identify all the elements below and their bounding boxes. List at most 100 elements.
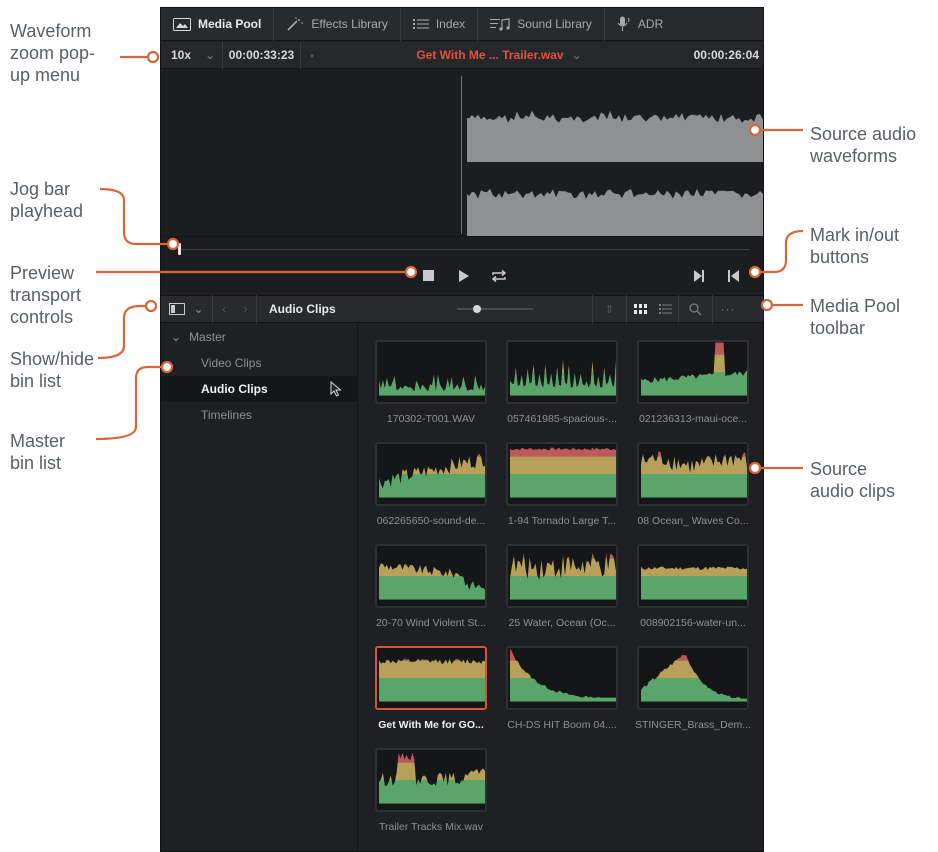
tab-sound-library[interactable]: Sound Library xyxy=(478,8,605,41)
chevron-down-icon: ⌄ xyxy=(171,330,182,344)
sound-library-icon xyxy=(490,17,510,31)
clip-name-label: 170302-T001.WAV xyxy=(386,413,476,425)
clip-name-label: Trailer Tracks Mix.wav xyxy=(378,821,484,833)
clip-name-label: 1-94 Tornado Large T... xyxy=(507,515,617,527)
clip-name-menu[interactable]: Get With Me ... Trailer.wav ⌄ xyxy=(323,48,675,62)
chevron-down-icon: ⌄ xyxy=(193,302,204,316)
play-icon[interactable] xyxy=(457,269,471,283)
current-bin-title: Audio Clips xyxy=(269,302,336,316)
clip-name-label: 057461985-spacious-... xyxy=(507,413,617,425)
tab-adr[interactable]: ADR xyxy=(605,8,675,41)
fairlight-media-pool-panel: Media Pool Effects Library Index Sound L… xyxy=(160,7,764,852)
waveform-channel-2 xyxy=(467,188,763,236)
callout-master-bin: Master bin list xyxy=(10,431,66,473)
clip-name-label: 20-70 Wind Violent St... xyxy=(375,617,487,629)
bin-label: Master xyxy=(189,330,226,344)
search-icon xyxy=(689,302,702,315)
loop-icon[interactable] xyxy=(490,269,508,283)
tab-label: ADR xyxy=(637,17,664,31)
bin-label: Audio Clips xyxy=(201,382,268,396)
viewer-playhead-line xyxy=(461,76,462,234)
tab-effects-library[interactable]: Effects Library xyxy=(274,8,401,41)
bin-label: Video Clips xyxy=(201,356,262,370)
tab-label: Media Pool xyxy=(198,17,262,31)
master-bin-list: ⌄ Master Video Clips Audio Clips Timeline… xyxy=(161,324,358,851)
show-hide-bin-list-button[interactable]: ⌄ xyxy=(161,295,213,323)
nav-forward-button[interactable]: › xyxy=(235,295,257,323)
clip-waveform-preview xyxy=(506,340,618,404)
bin-video-clips[interactable]: Video Clips xyxy=(161,350,357,376)
nav-back-button[interactable]: ‹ xyxy=(213,295,235,323)
bin-timelines[interactable]: Timelines xyxy=(161,402,357,428)
clip-waveform-preview xyxy=(375,544,487,608)
source-audio-waveforms xyxy=(467,110,763,236)
clip-name-label: 021236313-maui-oce... xyxy=(639,413,747,425)
stop-icon[interactable] xyxy=(422,269,436,283)
clip-name-label: 062265650-sound-de... xyxy=(376,515,486,527)
callout-waveform-zoom: Waveform zoom pop-up menu xyxy=(10,21,96,85)
callout-preview-transport: Preview transport controls xyxy=(10,263,82,327)
waveform-channel-1 xyxy=(467,110,763,162)
source-audio-clips-grid: 170302-T001.WAV 057461985-spacious-... 021… xyxy=(359,324,763,851)
thumbnail-size-slider[interactable] xyxy=(407,295,593,323)
jog-bar[interactable] xyxy=(161,236,763,262)
sort-button[interactable]: ⇕ xyxy=(593,295,627,323)
search-button[interactable] xyxy=(679,295,713,323)
callout-dot xyxy=(146,50,160,64)
tab-index[interactable]: Index xyxy=(401,8,479,41)
panel-tab-bar: Media Pool Effects Library Index Sound L… xyxy=(161,8,763,41)
effects-wand-icon xyxy=(287,17,304,31)
slider-track xyxy=(457,305,533,313)
duration-timecode: 00:00:26:04 xyxy=(693,48,759,62)
clip-waveform-preview xyxy=(637,340,749,404)
waveform-viewer[interactable] xyxy=(161,70,763,236)
callout-dot xyxy=(144,299,158,313)
list-view-button[interactable] xyxy=(653,295,679,323)
callout-show-hide-bin: Show/hide bin list xyxy=(10,349,95,391)
clip-waveform-preview xyxy=(506,544,618,608)
tab-label: Sound Library xyxy=(517,17,592,31)
index-list-icon xyxy=(412,19,429,29)
clip-waveform-preview xyxy=(506,442,618,506)
media-pool-toolbar: ⌄ ‹ › Audio Clips ⇕ ··· xyxy=(161,295,763,323)
clip-name-label: 08 Ocean_ Waves Co... xyxy=(637,515,749,527)
tab-label: Effects Library xyxy=(311,17,388,31)
mark-in-icon[interactable] xyxy=(692,269,706,283)
jog-bar-playhead[interactable] xyxy=(178,243,181,255)
clip-waveform-preview xyxy=(637,442,749,506)
callout-source-clips: Source audio clips xyxy=(810,459,896,501)
clip-waveform-preview xyxy=(375,442,487,506)
thumbnail-view-button[interactable] xyxy=(627,295,653,323)
chevron-down-icon: ⌄ xyxy=(571,48,582,62)
clip-name: Get With Me ... Trailer.wav xyxy=(416,48,564,62)
mouse-cursor-icon xyxy=(330,381,342,397)
clip-name-label: STINGER_Brass_Dem... xyxy=(634,719,752,731)
clip-name-label: Get With Me for GO... xyxy=(378,719,484,731)
bin-label: Timelines xyxy=(201,408,252,422)
status-dot-icon: ● xyxy=(309,50,315,60)
tab-media-pool[interactable]: Media Pool xyxy=(161,8,275,41)
clip-waveform-preview xyxy=(375,646,487,710)
mark-out-icon[interactable] xyxy=(727,269,741,283)
media-pool-icon xyxy=(173,17,191,31)
bin-list-toggle-icon xyxy=(169,303,186,315)
clip-name-label: 25 Water, Ocean (Oc... xyxy=(508,617,616,629)
callout-source-waveforms: Source audio waveforms xyxy=(810,124,917,166)
callout-media-pool-toolbar: Media Pool toolbar xyxy=(810,296,901,338)
more-options-button[interactable]: ··· xyxy=(713,295,743,323)
callout-mark-inout: Mark in/out buttons xyxy=(810,225,900,267)
clip-name-label: 008902156-water-un... xyxy=(640,617,746,629)
chevron-down-icon: ⌄ xyxy=(205,48,216,62)
list-view-icon xyxy=(659,304,672,314)
source-timecode: 00:00:33:23 xyxy=(223,41,301,69)
clip-waveform-preview xyxy=(637,646,749,710)
clip-waveform-preview xyxy=(375,748,487,812)
grid-view-icon xyxy=(633,304,647,314)
adr-microphone-icon xyxy=(617,16,630,31)
bin-audio-clips[interactable]: Audio Clips xyxy=(161,376,357,402)
clip-waveform-preview xyxy=(506,646,618,710)
tab-label: Index xyxy=(435,17,466,31)
waveform-zoom-menu[interactable]: 10x ⌄ xyxy=(161,41,223,69)
bin-master[interactable]: ⌄ Master xyxy=(161,324,357,350)
preview-transport-controls xyxy=(161,262,763,292)
